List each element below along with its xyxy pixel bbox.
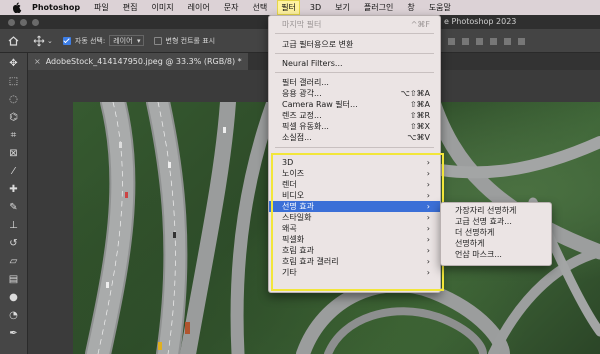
window-title: e Photoshop 2023 — [444, 17, 517, 26]
menu-item-camera-raw-filter[interactable]: Camera Raw 필터... ⇧⌘A — [269, 99, 440, 110]
menu-file[interactable]: 파일 — [94, 2, 109, 13]
tools-panel: ✥ ⬚ ◌ ⌬ ⌗ ⊠ ⁄ ✚ ✎ ⊥ ↺ ▱ ▤ ● ◔ ✒ — [0, 53, 28, 354]
healing-brush-tool-icon[interactable]: ✚ — [7, 183, 20, 196]
apple-icon[interactable] — [12, 2, 22, 13]
eraser-tool-icon[interactable]: ▱ — [7, 255, 20, 268]
sharpen-submenu: 가장자리 선명하게 고급 선명 효과... 더 선명하게 선명하게 언샵 마스크… — [440, 202, 552, 266]
shortcut-label: ⇧⌘A — [409, 100, 430, 109]
submenu-item-sharpen-more[interactable]: 더 선명하게 — [441, 227, 551, 238]
crop-tool-icon[interactable]: ⌗ — [7, 129, 20, 142]
eyedropper-tool-icon[interactable]: ⁄ — [7, 165, 20, 178]
lasso-tool-icon[interactable]: ◌ — [7, 93, 20, 106]
transform-controls-option[interactable]: 변형 컨트롤 표시 — [153, 36, 216, 46]
home-icon[interactable] — [8, 35, 19, 46]
menu-item-label: 고급 필터용으로 변환 — [282, 40, 354, 49]
document-tab-title: AdobeStock_414147950.jpeg @ 33.3% (RGB/8… — [45, 57, 242, 66]
menu-edit[interactable]: 편집 — [123, 2, 138, 13]
menu-item-lens-correction[interactable]: 렌즈 교정... ⇧⌘R — [269, 110, 440, 121]
transform-controls-checkbox[interactable] — [153, 36, 162, 45]
shortcut-label: ⌥⌘V — [407, 133, 430, 142]
menu-plugins[interactable]: 플러그인 — [364, 2, 393, 13]
menu-help[interactable]: 도움말 — [429, 2, 451, 13]
menu-app-photoshop[interactable]: Photoshop — [32, 3, 80, 12]
menu-divider — [275, 72, 434, 73]
align-icon[interactable] — [462, 38, 469, 45]
mac-menubar: Photoshop 파일 편집 이미지 레이어 문자 선택 필터 3D 보기 플… — [0, 0, 600, 15]
menu-divider — [275, 33, 434, 34]
menu-item-label: 픽셀 유동화... — [282, 122, 329, 131]
shortcut-label: ⇧⌘X — [409, 122, 430, 131]
auto-select-option[interactable]: 자동 선택: 레이어 — [62, 35, 144, 46]
distribute-icon[interactable] — [490, 38, 497, 45]
annotation-highlight-box — [271, 153, 444, 291]
quick-select-tool-icon[interactable]: ⌬ — [7, 111, 20, 124]
menu-item-label: 소실점... — [282, 133, 312, 142]
auto-select-label: 자동 선택: — [74, 36, 106, 45]
history-brush-tool-icon[interactable]: ↺ — [7, 237, 20, 250]
menu-item-label: 렌즈 교정... — [282, 111, 322, 120]
blur-tool-icon[interactable]: ● — [7, 291, 20, 304]
menu-item-label: Camera Raw 필터... — [282, 100, 358, 109]
dodge-tool-icon[interactable]: ◔ — [7, 309, 20, 322]
document-tab[interactable]: × AdobeStock_414147950.jpeg @ 33.3% (RGB… — [28, 53, 248, 70]
clone-stamp-tool-icon[interactable]: ⊥ — [7, 219, 20, 232]
menu-divider — [275, 53, 434, 54]
menu-select[interactable]: 선택 — [252, 2, 267, 13]
menu-item-label: 마지막 필터 — [282, 20, 322, 29]
chevron-down-icon: ⌄ — [47, 36, 53, 45]
menu-filter[interactable]: 필터 — [277, 0, 300, 15]
distribute-icon[interactable] — [476, 38, 483, 45]
minimize-window-icon[interactable] — [20, 19, 27, 26]
move-tool-icon[interactable]: ✥ — [7, 57, 20, 70]
more-options-icon[interactable] — [504, 38, 511, 45]
menu-item-adaptive-wide-angle[interactable]: 응용 광각... ⌥⇧⌘A — [269, 88, 440, 99]
menu-window[interactable]: 창 — [407, 2, 414, 13]
auto-select-dropdown[interactable]: 레이어 — [109, 35, 144, 46]
menu-3d[interactable]: 3D — [310, 3, 321, 12]
gradient-tool-icon[interactable]: ▤ — [7, 273, 20, 286]
close-tab-icon[interactable]: × — [34, 57, 41, 66]
more-options-icon[interactable] — [518, 38, 525, 45]
menu-image[interactable]: 이미지 — [152, 2, 174, 13]
transform-controls-label: 변형 컨트롤 표시 — [165, 36, 216, 45]
submenu-item-sharpen-edges[interactable]: 가장자리 선명하게 — [441, 205, 551, 216]
shortcut-label: ^⌘F — [410, 20, 430, 29]
submenu-item-unsharp-mask[interactable]: 언샵 마스크... — [441, 249, 551, 260]
shortcut-label: ⌥⇧⌘A — [400, 89, 430, 98]
menu-item-convert-smart-filters[interactable]: 고급 필터용으로 변환 — [269, 39, 440, 50]
menu-item-filter-gallery[interactable]: 필터 갤러리... — [269, 77, 440, 88]
menu-item-label: 응용 광각... — [282, 89, 322, 98]
brush-tool-icon[interactable]: ✎ — [7, 201, 20, 214]
pen-tool-icon[interactable]: ✒ — [7, 327, 20, 340]
align-icon[interactable] — [448, 38, 455, 45]
submenu-item-smart-sharpen[interactable]: 고급 선명 효과... — [441, 216, 551, 227]
menu-type[interactable]: 문자 — [224, 2, 239, 13]
auto-select-checkbox[interactable] — [62, 36, 71, 45]
align-icons-group — [448, 38, 525, 45]
menu-divider — [275, 147, 434, 148]
menu-item-liquify[interactable]: 픽셀 유동화... ⇧⌘X — [269, 121, 440, 132]
menu-item-vanishing-point[interactable]: 소실점... ⌥⌘V — [269, 132, 440, 143]
shortcut-label: ⇧⌘R — [409, 111, 430, 120]
submenu-item-sharpen[interactable]: 선명하게 — [441, 238, 551, 249]
close-window-icon[interactable] — [8, 19, 15, 26]
marquee-tool-icon[interactable]: ⬚ — [7, 75, 20, 88]
menu-item-neural-filters[interactable]: Neural Filters... — [269, 58, 440, 69]
menu-view[interactable]: 보기 — [335, 2, 350, 13]
menu-item-last-filter: 마지막 필터 ^⌘F — [269, 19, 440, 30]
menu-item-label: 필터 갤러리... — [282, 78, 329, 87]
menu-item-label: Neural Filters... — [282, 59, 343, 68]
menu-layer[interactable]: 레이어 — [188, 2, 210, 13]
move-tool-preset-icon[interactable]: ⌄ — [33, 35, 53, 47]
zoom-window-icon[interactable] — [32, 19, 39, 26]
frame-tool-icon[interactable]: ⊠ — [7, 147, 20, 160]
